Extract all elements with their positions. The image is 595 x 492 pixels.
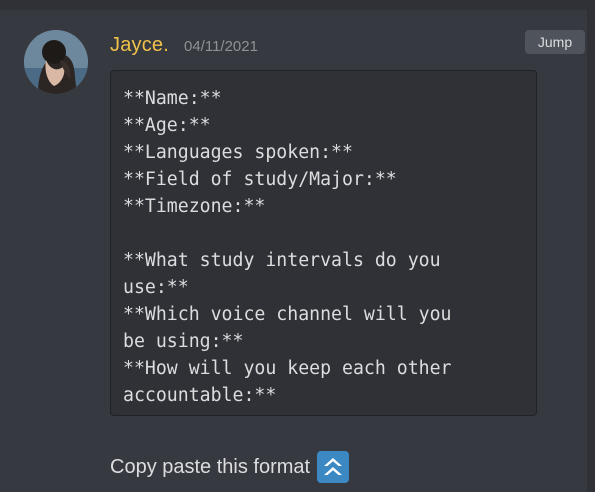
code-line: **Which voice channel will you: [123, 304, 452, 325]
code-block: **Name:** **Age:** **Languages spoken:**…: [110, 70, 537, 416]
avatar-photo: [24, 30, 88, 94]
top-divider: [0, 0, 595, 10]
message-text: Copy paste this format: [110, 455, 311, 478]
code-line: use:**: [123, 277, 189, 298]
code-line: **Field of study/Major:**: [123, 169, 397, 190]
chat-message: Jayce. 04/11/2021 Jump **Name:** **Age:*…: [0, 10, 587, 492]
message-timestamp: 04/11/2021: [184, 38, 258, 55]
code-line: **Languages spoken:**: [123, 142, 353, 163]
avatar[interactable]: [24, 30, 88, 94]
code-line: **What study intervals do you: [123, 250, 441, 271]
code-line: **Timezone:**: [123, 196, 266, 217]
code-line: **Age:**: [123, 115, 211, 136]
code-line: **Name:**: [123, 88, 222, 109]
scrollbar-track[interactable]: [587, 0, 595, 492]
jump-button[interactable]: Jump: [525, 30, 585, 54]
code-line: be using:**: [123, 331, 244, 352]
author-name[interactable]: Jayce.: [110, 34, 169, 57]
message-text-row: Copy paste this format: [110, 451, 350, 483]
code-line: **How will you keep each other: [123, 358, 452, 379]
code-line: accountable:**: [123, 385, 277, 406]
double-up-arrow-icon: [317, 451, 350, 483]
